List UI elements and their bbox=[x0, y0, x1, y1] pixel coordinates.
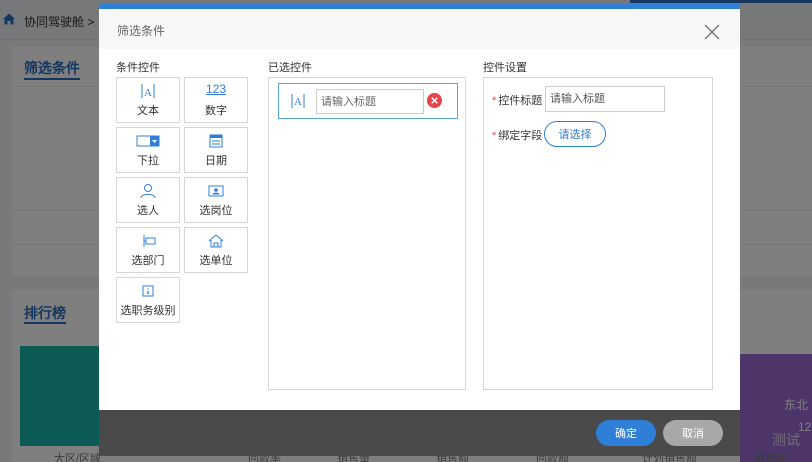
ok-button[interactable]: 确定 bbox=[596, 420, 656, 446]
control-settings-panel: *控件标题 *绑定字段 请选择 bbox=[483, 77, 713, 390]
control-label: 选岗位 bbox=[199, 205, 233, 217]
choose-field-button[interactable]: 请选择 bbox=[544, 121, 606, 147]
selected-control-item[interactable]: A bbox=[278, 83, 458, 119]
department-icon bbox=[143, 235, 156, 247]
settings-title: 控件设置 bbox=[483, 62, 527, 74]
control-unit[interactable]: 选单位 bbox=[184, 227, 248, 273]
delete-icon[interactable] bbox=[427, 93, 442, 108]
dialog-footer: 确定 取消 bbox=[99, 410, 740, 456]
selected-controls-panel: A bbox=[268, 77, 466, 390]
bind-field-label-text: 绑定字段 bbox=[498, 130, 543, 142]
control-label: 下拉 bbox=[137, 155, 159, 167]
info-icon bbox=[142, 285, 154, 297]
control-text[interactable]: A 文本 bbox=[116, 77, 180, 123]
palette-title: 条件控件 bbox=[116, 62, 160, 74]
selected-title-input[interactable] bbox=[316, 89, 424, 114]
number-icon: 123 bbox=[205, 82, 227, 96]
control-position[interactable]: 选岗位 bbox=[184, 177, 248, 223]
control-date[interactable]: 日期 bbox=[184, 127, 248, 173]
dropdown-icon bbox=[136, 135, 160, 147]
control-label: 选人 bbox=[137, 205, 159, 217]
control-label: 文本 bbox=[137, 105, 159, 117]
filter-dialog: 筛选条件 条件控件 已选控件 控件设置 A 文本 123 数字 下拉 日期 选人… bbox=[99, 4, 740, 456]
calendar-icon bbox=[209, 134, 223, 148]
id-card-icon bbox=[208, 185, 224, 197]
control-job-level[interactable]: 选职务级别 bbox=[116, 277, 180, 323]
text-icon: A bbox=[141, 84, 155, 99]
person-icon bbox=[140, 184, 156, 199]
dialog-header bbox=[99, 9, 740, 49]
control-number[interactable]: 123 数字 bbox=[184, 77, 248, 123]
close-icon[interactable] bbox=[702, 22, 722, 42]
control-dropdown[interactable]: 下拉 bbox=[116, 127, 180, 173]
control-person[interactable]: 选人 bbox=[116, 177, 180, 223]
house-icon bbox=[208, 234, 224, 248]
selected-title: 已选控件 bbox=[268, 62, 312, 74]
cancel-button[interactable]: 取消 bbox=[663, 420, 723, 446]
control-title-input[interactable] bbox=[545, 86, 665, 112]
control-label: 日期 bbox=[205, 155, 227, 167]
bind-field-label: * 绑定字段 bbox=[492, 127, 542, 143]
svg-text:A: A bbox=[294, 96, 302, 108]
control-label: 选部门 bbox=[131, 255, 165, 267]
title-field-label-text: 控件标题 bbox=[498, 95, 543, 107]
required-mark: * bbox=[492, 130, 497, 142]
svg-text:A: A bbox=[144, 87, 152, 99]
control-label: 选单位 bbox=[199, 255, 233, 267]
control-department[interactable]: 选部门 bbox=[116, 227, 180, 273]
title-field-label: * 控件标题 bbox=[492, 92, 542, 108]
dialog-title: 筛选条件 bbox=[117, 24, 166, 38]
control-label: 数字 bbox=[205, 105, 227, 117]
text-icon: A bbox=[291, 94, 305, 108]
required-mark: * bbox=[492, 95, 497, 107]
control-label: 选职务级别 bbox=[120, 305, 176, 317]
